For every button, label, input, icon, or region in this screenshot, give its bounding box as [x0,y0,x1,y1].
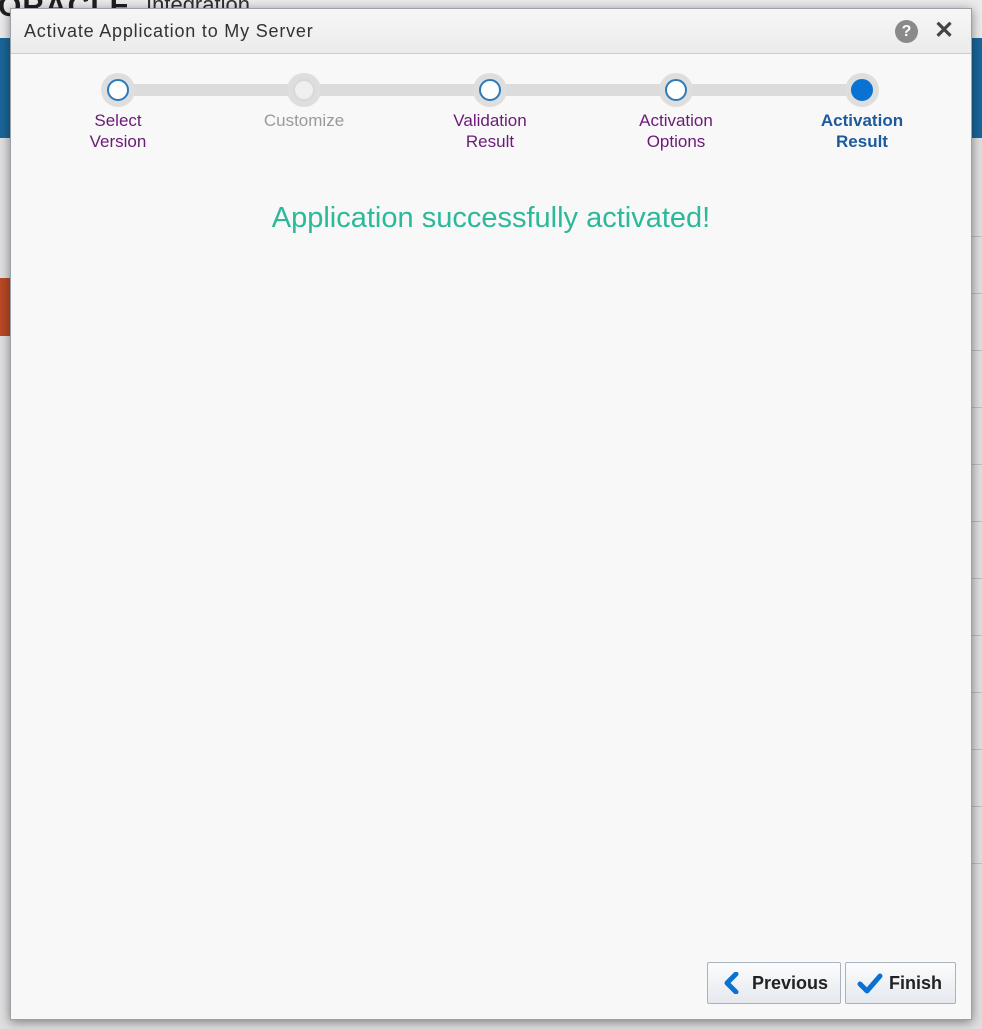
step-label-customize: Customize [263,111,345,130]
close-icon[interactable]: ✕ [932,17,956,45]
train-stop-customize [287,73,321,107]
chevron-left-icon [724,972,739,994]
success-message: Application successfully activated! [271,202,711,234]
step-label-select-version[interactable]: Select Version [48,110,188,152]
train-stop-activation-options[interactable] [659,73,693,107]
dialog-titlebar: Activate Application to My Server ? ✕ [11,9,971,54]
train-stop-select-version[interactable] [101,73,135,107]
checkmark-icon [857,973,883,994]
step-indicator-icon [107,79,129,101]
step-indicator-icon [665,79,687,101]
train-stop-validation-result[interactable] [473,73,507,107]
help-icon[interactable]: ? [895,20,918,43]
step-label-activation-result: Activation Result [820,111,904,151]
previous-button[interactable]: Previous [707,962,841,1004]
train-stop-activation-result [845,73,879,107]
finish-button[interactable]: Finish [845,962,956,1004]
activate-dialog: Activate Application to My Server ? ✕ Se… [10,8,972,1020]
step-label-validation-result[interactable]: Validation Result [420,110,560,152]
step-indicator-icon [293,79,315,101]
previous-button-label: Previous [752,973,829,993]
dialog-title: Activate Application to My Server [24,21,314,41]
step-label-activation-options[interactable]: Activation Options [606,110,746,152]
step-indicator-icon [479,79,501,101]
finish-button-label: Finish [889,973,942,993]
step-indicator-icon [851,79,873,101]
